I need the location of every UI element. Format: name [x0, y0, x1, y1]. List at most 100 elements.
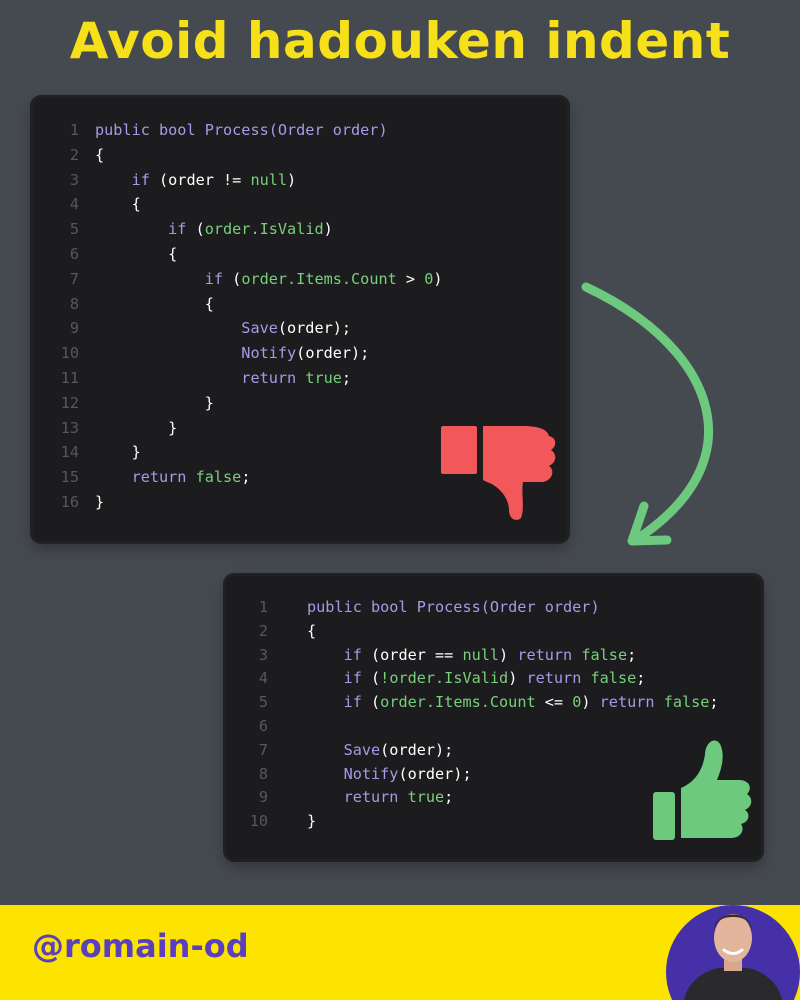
code-token: if: [307, 645, 362, 664]
code-token: }: [95, 492, 105, 511]
code-token: order.Items.Count: [380, 693, 536, 712]
code-token: Notify: [95, 344, 297, 363]
code-text: Notify(order);: [95, 341, 369, 366]
code-token: (: [361, 669, 381, 688]
code-token: ): [581, 693, 600, 712]
code-line: 16}: [49, 490, 443, 515]
code-token: return: [95, 368, 297, 387]
code-text: }: [95, 416, 177, 441]
code-token: public bool Process(Order order): [95, 121, 388, 139]
code-text: if (order != null): [95, 168, 297, 193]
code-text: if (order == null) return false;: [307, 644, 637, 668]
page-title: Avoid hadouken indent: [69, 12, 731, 70]
line-number: 5: [258, 693, 268, 712]
code-text: Notify(order);: [307, 763, 472, 787]
good-code-block: 1 public bool Process(Order order) 2 {3 if …: [242, 596, 719, 834]
code-token: (: [186, 220, 205, 239]
code-line: 8 {: [49, 292, 443, 317]
code-token: Save: [307, 740, 381, 759]
code-token: {: [95, 244, 178, 263]
code-text: }: [95, 391, 214, 416]
code-text: {: [95, 192, 141, 217]
code-text: if (!order.IsValid) return false;: [307, 667, 646, 691]
line-number: 7: [258, 740, 268, 759]
code-line: 7 Save(order);: [242, 739, 719, 763]
code-text: }: [307, 810, 316, 834]
code-line: 8 Notify(order);: [242, 763, 719, 787]
line-number: 4: [69, 195, 79, 214]
line-number: 16: [60, 492, 79, 511]
code-text: Save(order);: [95, 316, 351, 341]
code-token: ;: [636, 669, 646, 688]
line-number: 3: [258, 645, 268, 664]
line-number: 2: [258, 621, 268, 640]
code-token: >: [396, 269, 425, 288]
code-token: if: [307, 693, 362, 712]
code-text: Save(order);: [307, 739, 454, 763]
line-number: 13: [60, 418, 79, 437]
line-number: 5: [69, 220, 79, 239]
code-line: 6 {: [49, 242, 443, 267]
code-line: 11 return true;: [49, 366, 443, 391]
code-token: {: [95, 145, 105, 164]
bad-code-block: 1 public bool Process(Order order) 2{3 if …: [49, 118, 443, 515]
author-photo: [666, 905, 800, 1000]
code-token: (order);: [398, 764, 472, 783]
code-token: order.IsValid: [204, 220, 324, 239]
code-token: (: [361, 693, 381, 712]
code-line: 2{: [49, 143, 443, 168]
code-token: ): [508, 669, 527, 688]
code-token: Save: [95, 319, 278, 338]
code-line: 9 Save(order);: [49, 316, 443, 341]
line-number: 9: [69, 319, 79, 338]
code-token: if: [95, 269, 224, 288]
code-token: Notify: [307, 764, 399, 783]
thumbs-up-icon: [653, 740, 752, 840]
code-line: 15 return false;: [49, 465, 443, 490]
line-number: 7: [69, 269, 79, 288]
code-token: {: [95, 294, 214, 313]
code-token: return: [95, 468, 187, 487]
code-text: if (order.Items.Count > 0): [95, 267, 443, 292]
curved-arrow-icon: [581, 282, 713, 546]
code-token: ;: [627, 645, 637, 664]
code-token: null: [462, 645, 500, 664]
code-line: 4 if (!order.IsValid) return false;: [242, 667, 719, 691]
line-number: 6: [258, 716, 268, 735]
code-token: (order ==: [361, 645, 463, 664]
code-token: }: [95, 393, 214, 412]
code-token: public bool Process(Order order): [307, 598, 600, 616]
code-text: if (order.Items.Count <= 0) return false…: [307, 691, 719, 715]
line-number: 6: [69, 244, 79, 263]
code-text: if (order.IsValid): [95, 217, 333, 242]
code-token: (order);: [380, 740, 454, 759]
code-token: return: [517, 645, 573, 664]
code-token: return: [599, 693, 655, 712]
line-number: 4: [258, 669, 268, 688]
line-number: 2: [69, 145, 79, 164]
code-token: !order.IsValid: [380, 669, 509, 688]
code-token: return: [526, 669, 582, 688]
code-text: {: [307, 620, 316, 644]
code-token: false: [195, 468, 242, 487]
code-token: true: [407, 788, 445, 807]
code-text: {: [95, 242, 177, 267]
line-number: 1: [69, 121, 79, 139]
line-number: 12: [60, 393, 79, 412]
line-number: 1: [258, 598, 268, 616]
code-text: public bool Process(Order order): [95, 118, 388, 143]
code-token: if: [307, 669, 362, 688]
code-line: 14 }: [49, 440, 443, 465]
code-token: 0: [424, 269, 434, 288]
line-number: 14: [60, 443, 79, 462]
code-token: {: [95, 195, 141, 214]
code-line: 3 if (order == null) return false;: [242, 644, 719, 668]
code-line: 9 return true;: [242, 786, 719, 810]
code-token: }: [95, 418, 178, 437]
code-text: {: [95, 143, 104, 168]
code-line: 1 public bool Process(Order order): [49, 118, 443, 143]
